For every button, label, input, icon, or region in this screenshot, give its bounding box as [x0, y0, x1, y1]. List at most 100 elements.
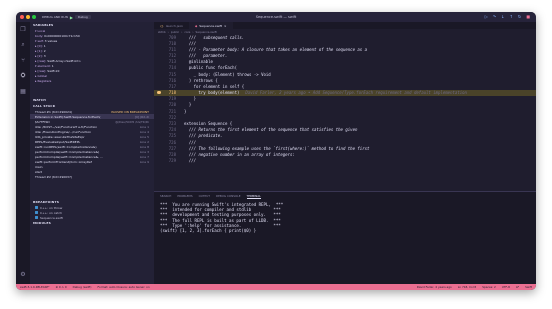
- checkbox-icon[interactable]: [35, 206, 38, 209]
- search-icon[interactable]: ⌕: [21, 41, 24, 49]
- variable-name: ▸ [2]:: [35, 53, 44, 58]
- editor-tabs: {} launch.json ◆ Sequence.swift ×: [154, 22, 536, 29]
- breadcrumb-item[interactable]: stdlib: [158, 30, 166, 34]
- code-editor[interactable]: 709 /// subsequent calls. 710 /// 711 /// …: [154, 34, 536, 191]
- code-text: /// The following example uses the `firs…: [184, 145, 370, 151]
- variable-value: 3: [43, 53, 46, 58]
- terminal-line: (swift) [1, 2, 3].forEach { print($0) }: [160, 228, 257, 234]
- frame-name: performCompile(swift::CompilerInstance&,…: [35, 154, 103, 159]
- frame-location: Line 4: [139, 129, 149, 134]
- callstack-frame[interactable]: Extension in Swift):Swift.Sequence.forEa…: [30, 114, 154, 119]
- frame-location: Line 9: [139, 159, 149, 164]
- gear-icon[interactable]: ⚙: [20, 271, 25, 278]
- status-item[interactable]: Spaces: 2: [482, 285, 496, 289]
- swift-file-icon: ◆: [194, 23, 198, 28]
- status-item[interactable]: LF: [516, 285, 519, 289]
- variable-value: Swift.Array<Swift.Int>: [47, 58, 82, 63]
- line-number: 729: [168, 158, 176, 164]
- breadcrumb-item[interactable]: Sequence.swift: [196, 30, 217, 34]
- variable-name: ▾ Local: [35, 28, 46, 33]
- line-number: 728: [168, 151, 176, 157]
- debug-toolbar: ▷ ↷ ↓ ↑ ↻ ■: [485, 14, 530, 19]
- window-controls: [20, 15, 36, 19]
- line-number: 710: [168, 40, 176, 46]
- source-control-icon[interactable]: ⑂: [21, 57, 25, 64]
- stop-icon[interactable]: ■: [526, 14, 530, 19]
- step-into-icon[interactable]: ↓: [501, 14, 504, 19]
- breadcrumb-item[interactable]: core: [184, 30, 190, 34]
- status-item[interactable]: swift-5.1.0-RELEASE*: [20, 285, 50, 289]
- debug-config-bar: DEBUG AND RUN ▶ Debug: [42, 15, 91, 20]
- variable-name: ▾ element:: [35, 63, 52, 68]
- status-item[interactable]: Format: auto Closure: auto Gener: on: [98, 285, 150, 289]
- title-bar: DEBUG AND RUN ▶ Debug Sequence.swift — s…: [16, 12, 536, 22]
- debug-icon[interactable]: ⛭: [21, 72, 26, 80]
- code-text: try body(element): [184, 90, 240, 96]
- code-text: @inlinable: [184, 59, 213, 65]
- tab-sequence-swift[interactable]: ◆ Sequence.swift ×: [188, 22, 233, 29]
- variable-name: ▸ [raw]:: [35, 68, 48, 73]
- extensions-icon[interactable]: ▦: [20, 88, 26, 95]
- code-text: extension Sequence {: [184, 120, 233, 126]
- code-text: ///: [184, 40, 197, 46]
- variable-value: 3 values: [44, 38, 58, 43]
- line-number: 714: [168, 65, 176, 71]
- panel-tab[interactable]: OUTPUT: [199, 194, 210, 199]
- tab-launch-json[interactable]: {} launch.json: [154, 22, 189, 29]
- frame-name: lldb_private::executeTheSiteExpr: [35, 134, 85, 139]
- status-right: David Farler, 4 years ago Ln 718, Col 8 Sp…: [417, 285, 532, 289]
- code-text: }: [184, 108, 187, 114]
- continue-icon[interactable]: ▷: [485, 14, 488, 19]
- modules-header[interactable]: MODULES: [30, 220, 154, 226]
- tab-label: launch.json: [165, 23, 183, 28]
- explorer-icon[interactable]: ❐: [20, 26, 25, 33]
- status-item[interactable]: Ln 718, Col 8: [458, 285, 476, 289]
- frame-name: swift::runREPL(swift::CompilerInstance&): [35, 144, 97, 149]
- line-number: 721: [168, 108, 176, 114]
- close-window-button[interactable]: [20, 15, 24, 19]
- breakpoint-icon[interactable]: [157, 90, 161, 95]
- debug-config-select[interactable]: Debug: [74, 15, 91, 19]
- terminal-output[interactable]: *** You are running Swift's integrated R…: [154, 200, 536, 235]
- variable-value: 1: [43, 43, 46, 48]
- checkbox-icon[interactable]: [35, 211, 38, 214]
- frame-location: Line 3: [139, 149, 149, 154]
- variable-value: Swift.Int: [47, 68, 60, 73]
- frame-name: main: [35, 164, 43, 169]
- code-text: for element in self {: [184, 83, 245, 89]
- play-icon[interactable]: ▶: [70, 15, 73, 20]
- panel-tab[interactable]: SEARCH: [160, 194, 171, 199]
- step-over-icon[interactable]: ↷: [493, 14, 496, 19]
- status-item[interactable]: UTF-8: [502, 285, 510, 289]
- status-left: swift-5.1.0-RELEASE* ⊗ 0 ⚠ 0 Debug (swift)…: [20, 285, 150, 289]
- debug-session-label: DEBUG AND RUN: [42, 15, 68, 19]
- panel-tab[interactable]: PROBLEMS: [177, 194, 192, 199]
- status-item[interactable]: ⊗ 0 ⚠ 0: [56, 285, 67, 289]
- status-item[interactable]: David Farler, 4 years ago: [417, 285, 452, 289]
- step-out-icon[interactable]: ↑: [510, 14, 513, 19]
- frame-location: [0] (RX.dl: [134, 114, 149, 119]
- panel-tab[interactable]: TERMINAL: [246, 194, 261, 199]
- status-item[interactable]: Swift: [525, 285, 532, 289]
- panel-tab[interactable]: DEBUG CONSOLE: [216, 194, 241, 199]
- debug-sidebar: VARIABLES ▾ Local body: 0x0000000100c71c…: [30, 22, 154, 284]
- code-text: }: [184, 102, 192, 108]
- frame-location: Line 8: [139, 144, 149, 149]
- close-icon[interactable]: ×: [224, 24, 227, 28]
- frame-name: start: [35, 169, 42, 174]
- variable-name: ▸ Global: [35, 73, 48, 78]
- code-text: /// parameter.: [184, 53, 228, 59]
- code-text: ///: [184, 158, 197, 164]
- frame-location: @/Dev/5CD5 /Us/TK/Di: [115, 119, 149, 124]
- activity-bar: ❐ ⌕ ⑂ ⛭ ▦ ⚙: [16, 22, 30, 284]
- status-bar: swift-5.1.0-RELEASE* ⊗ 0 ⚠ 0 Debug (swift)…: [16, 284, 536, 290]
- status-item[interactable]: Debug (swift): [73, 285, 92, 289]
- git-blame-annotation: David Farler, 2 years ago • Add Sequence…: [245, 90, 467, 96]
- checkbox-icon[interactable]: [35, 216, 38, 219]
- minimize-window-button[interactable]: [26, 15, 30, 19]
- zoom-window-button[interactable]: [32, 15, 36, 19]
- line-number: 724: [168, 127, 176, 133]
- restart-icon[interactable]: ↻: [518, 14, 521, 19]
- code-text: /// subsequent calls.: [184, 34, 245, 40]
- breadcrumb-item[interactable]: public: [171, 30, 179, 34]
